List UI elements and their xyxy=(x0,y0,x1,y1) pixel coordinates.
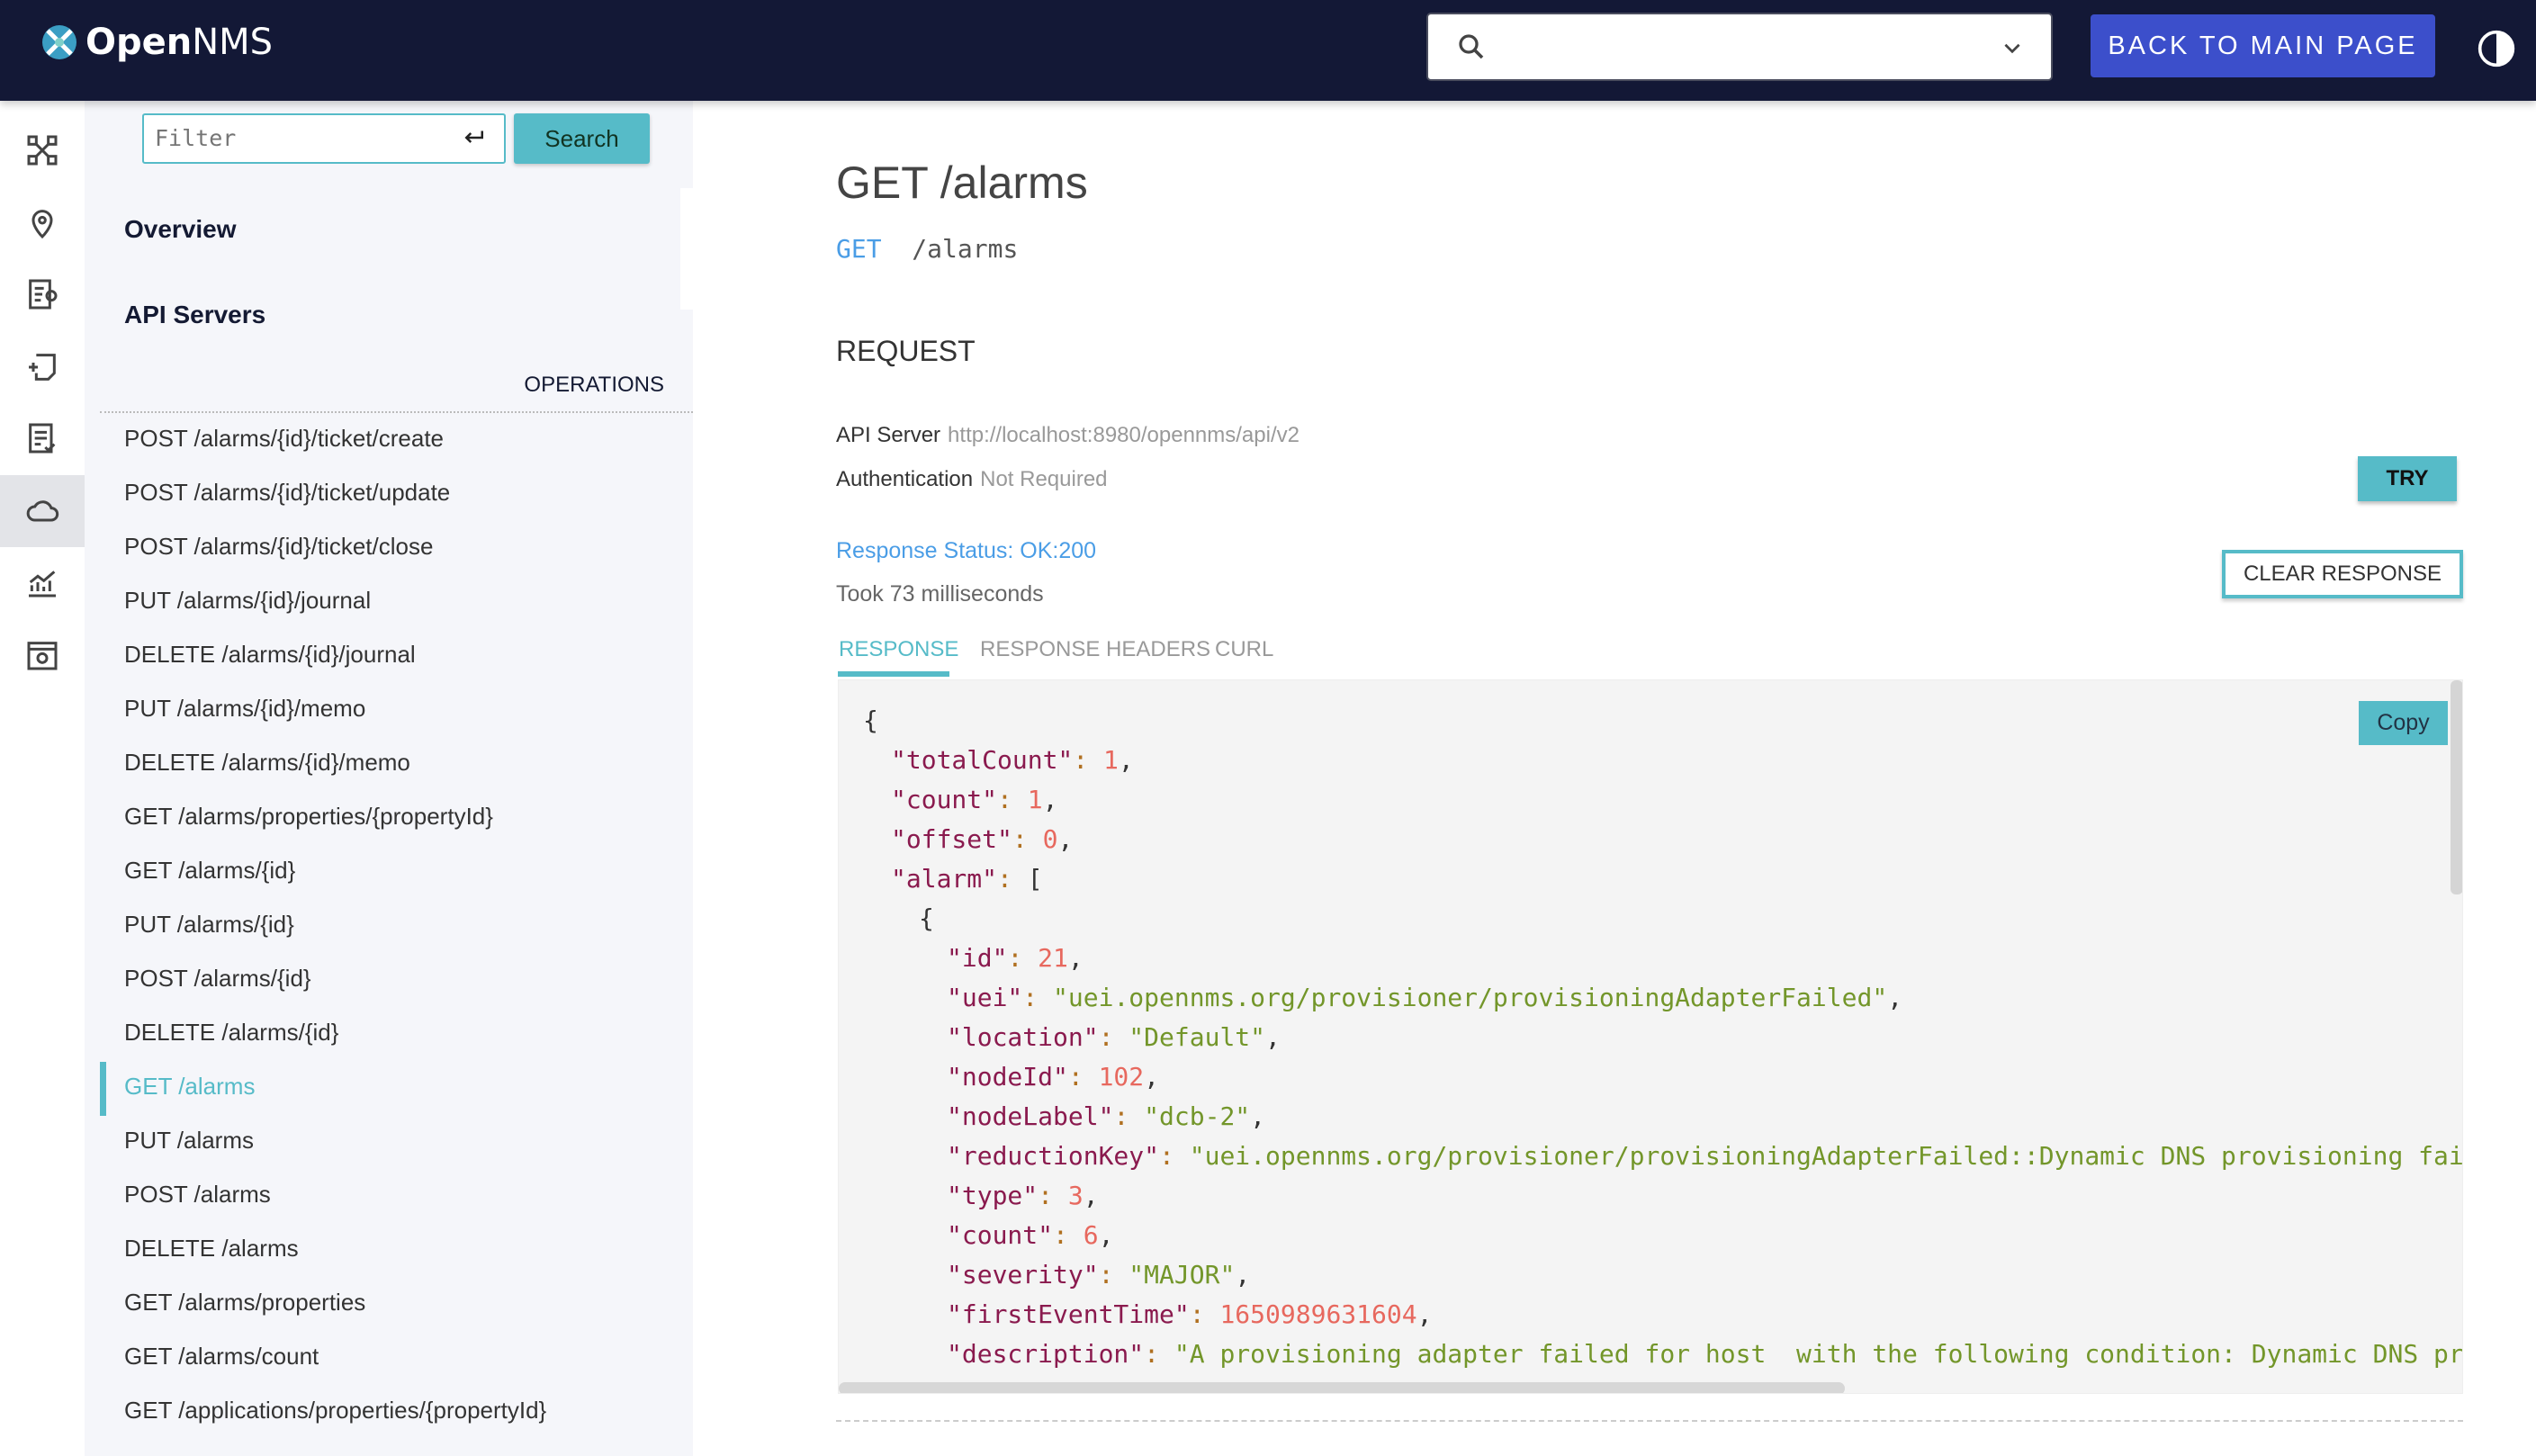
api-server-row: API Server http://localhost:8980/opennms/… xyxy=(836,423,1299,447)
tab-response[interactable]: RESPONSE xyxy=(839,637,958,662)
logo-icon xyxy=(42,25,76,59)
code-line: { xyxy=(863,706,878,735)
filter-input[interactable] xyxy=(144,115,441,160)
tab-curl[interactable]: CURL xyxy=(1215,637,1273,662)
code-line: "nodeId": 102, xyxy=(947,1062,1160,1092)
checklist-icon xyxy=(29,423,56,454)
code-line: "type": 3, xyxy=(947,1181,1099,1210)
cloud-icon xyxy=(26,500,59,522)
try-button[interactable]: TRY xyxy=(2358,456,2457,501)
code-line: "id": 21, xyxy=(947,943,1084,973)
operations-heading: OPERATIONS xyxy=(524,373,664,397)
request-heading: REQUEST xyxy=(836,335,976,367)
config-list-icon xyxy=(29,279,58,310)
back-to-main-page-button[interactable]: BACK TO MAIN PAGE xyxy=(2091,14,2435,77)
active-tab-indicator xyxy=(838,671,949,677)
operation-item[interactable]: PUT /alarms/{id} xyxy=(124,911,294,939)
rail-item-cloud[interactable] xyxy=(0,475,85,547)
global-search-input[interactable] xyxy=(1426,13,2053,81)
code-line: "count": 6, xyxy=(947,1220,1114,1250)
copy-button[interactable]: Copy xyxy=(2359,701,2448,745)
rail-item-add-device[interactable] xyxy=(0,331,85,403)
code-line: "offset": 0, xyxy=(891,824,1074,854)
operation-item[interactable]: POST /alarms/{id} xyxy=(124,965,311,993)
rail-item-map-pin[interactable] xyxy=(0,187,85,259)
chevron-down-icon[interactable] xyxy=(2001,36,2024,59)
endpoint-path: GET /alarms xyxy=(836,234,1019,264)
authentication-row: Authentication Not Required xyxy=(836,467,1108,491)
contrast-toggle-icon[interactable] xyxy=(2477,29,2516,68)
network-topology-icon xyxy=(27,135,58,166)
code-line: "uei": "uei.opennms.org/provisioner/prov… xyxy=(947,983,1903,1012)
code-line: "count": 1, xyxy=(891,785,1058,814)
nav-rail xyxy=(0,101,85,1456)
nav-api-servers[interactable]: API Servers xyxy=(124,301,265,329)
operation-item[interactable]: DELETE /alarms/{id} xyxy=(124,1019,338,1047)
operation-item[interactable]: POST /alarms/{id}/ticket/close xyxy=(124,533,433,561)
page-title: GET /alarms xyxy=(836,157,1088,208)
horizontal-scrollbar[interactable] xyxy=(839,1382,1845,1393)
code-line: "firstEventTime": 1650989631604, xyxy=(947,1299,1433,1329)
chart-icon xyxy=(29,571,56,598)
operation-item[interactable]: POST /alarms/{id}/ticket/create xyxy=(124,425,444,453)
rail-item-settings-window[interactable] xyxy=(0,619,85,691)
clear-response-button[interactable]: CLEAR RESPONSE xyxy=(2222,550,2463,598)
operation-item[interactable]: DELETE /alarms xyxy=(124,1235,299,1263)
code-line: "alarm": [ xyxy=(891,864,1043,894)
operation-item[interactable]: DELETE /alarms/{id}/memo xyxy=(124,749,410,777)
operation-item[interactable]: GET /alarms/{id} xyxy=(124,857,295,885)
add-device-icon xyxy=(29,354,56,381)
response-body: Copy { "totalCount": 1, "count": 1, "offset… xyxy=(838,679,2463,1394)
divider xyxy=(836,1420,2463,1422)
operation-item[interactable]: PUT /alarms/{id}/memo xyxy=(124,695,365,723)
search-icon xyxy=(1459,34,1484,59)
enter-icon xyxy=(464,130,483,143)
top-header: Open NMS BACK TO MAIN PAGE xyxy=(0,0,2536,101)
operation-item[interactable]: GET /alarms/count xyxy=(124,1343,319,1371)
code-line: "description": "A provisioning adapter f… xyxy=(947,1339,2463,1369)
response-time: Took 73 milliseconds xyxy=(836,581,1044,607)
operation-item[interactable]: PUT /alarms/{id}/journal xyxy=(124,587,371,615)
settings-window-icon xyxy=(27,642,58,670)
rail-item-checklist[interactable] xyxy=(0,402,85,474)
operation-item[interactable]: POST /alarms xyxy=(124,1181,271,1209)
code-line: "totalCount": 1, xyxy=(891,745,1134,775)
response-status: Response Status: OK:200 xyxy=(836,538,1097,563)
opennms-logo[interactable]: Open NMS xyxy=(40,22,273,63)
operation-item[interactable]: GET /alarms/properties xyxy=(124,1289,365,1317)
rail-item-network-topology[interactable] xyxy=(0,114,85,186)
map-pin-icon xyxy=(31,210,53,239)
code-line: "severity": "MAJOR", xyxy=(947,1260,1251,1290)
operation-item[interactable]: GET /alarms xyxy=(124,1073,255,1101)
code-line: "reductionKey": "uei.opennms.org/provisi… xyxy=(947,1141,2463,1171)
operation-item[interactable]: GET /alarms/properties/{propertyId} xyxy=(124,803,493,831)
divider xyxy=(100,411,693,413)
code-line: "nodeLabel": "dcb-2", xyxy=(947,1101,1266,1131)
active-indicator xyxy=(100,1062,106,1116)
vertical-scrollbar[interactable] xyxy=(2451,680,2462,894)
rail-item-chart[interactable] xyxy=(0,546,85,618)
code-line: "location": "Default", xyxy=(947,1022,1281,1052)
code-line: { xyxy=(919,903,934,933)
filter-input-wrap[interactable] xyxy=(142,113,506,164)
operation-item[interactable]: PUT /alarms xyxy=(124,1127,254,1155)
nav-overview[interactable]: Overview xyxy=(124,215,237,244)
api-sidebar: Search Overview API Servers OPERATIONS P… xyxy=(85,101,693,1456)
operation-item[interactable]: DELETE /alarms/{id}/journal xyxy=(124,641,416,669)
search-button[interactable]: Search xyxy=(514,113,650,164)
divider xyxy=(680,188,693,310)
operation-item[interactable]: GET /applications/properties/{propertyId… xyxy=(124,1397,546,1425)
operation-item[interactable]: POST /alarms/{id}/ticket/update xyxy=(124,479,450,507)
tab-response-headers[interactable]: RESPONSE HEADERS xyxy=(980,637,1210,662)
rail-item-config-list[interactable] xyxy=(0,258,85,330)
